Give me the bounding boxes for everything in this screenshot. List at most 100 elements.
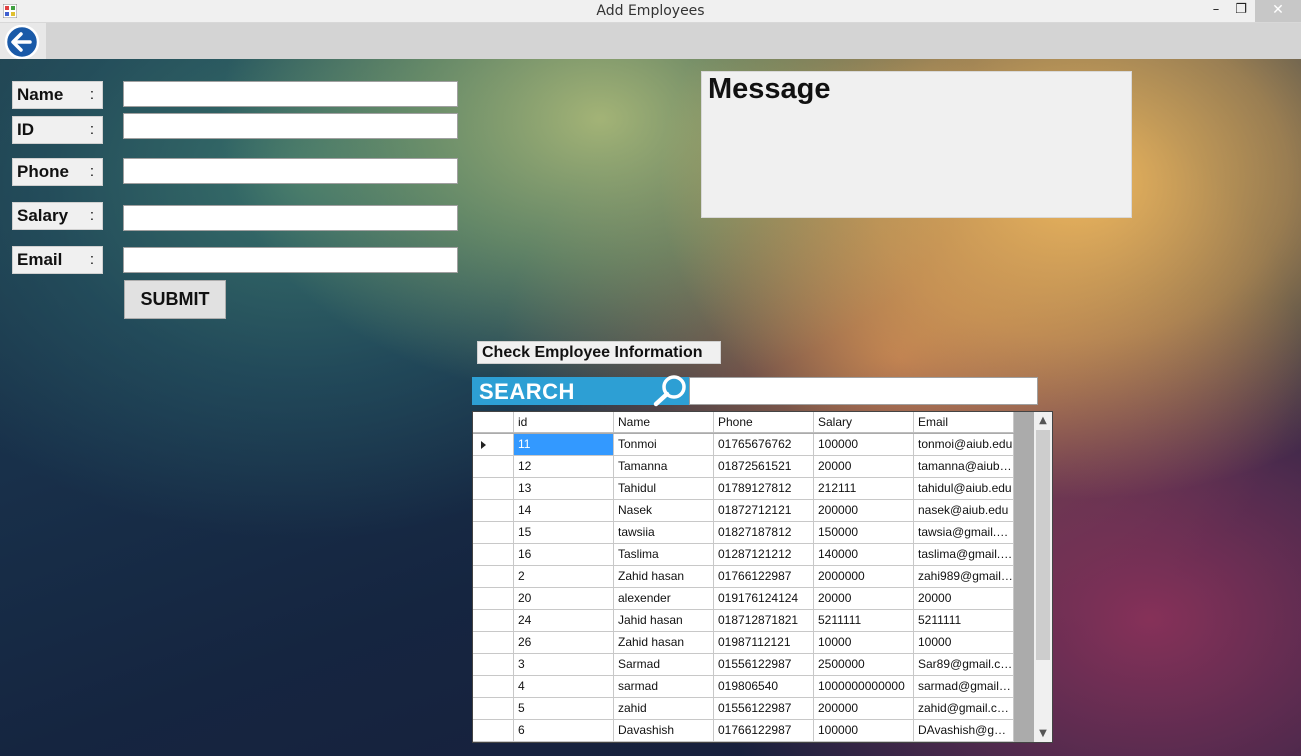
cell-name[interactable]: Tahidul	[614, 478, 714, 499]
cell-phone[interactable]: 01789127812	[714, 478, 814, 499]
row-header-cell[interactable]	[473, 478, 514, 499]
cell-name[interactable]: Sarmad	[614, 654, 714, 675]
cell-email[interactable]: sarmad@gmail.com	[914, 676, 1014, 697]
cell-email[interactable]: 20000	[914, 588, 1014, 609]
cell-id[interactable]: 16	[514, 544, 614, 565]
cell-name[interactable]: Tonmoi	[614, 434, 714, 455]
cell-email[interactable]: DAvashish@gma...	[914, 720, 1014, 741]
table-row[interactable]: 15 tawsiia 01827187812 150000 tawsia@gmail.c…	[473, 522, 1014, 544]
table-row[interactable]: 5 zahid 01556122987 200000 zahid@gmail.com	[473, 698, 1014, 720]
cell-phone[interactable]: 01872561521	[714, 456, 814, 477]
cell-id[interactable]: 2	[514, 566, 614, 587]
cell-id[interactable]: 20	[514, 588, 614, 609]
row-header-cell[interactable]	[473, 566, 514, 587]
cell-email[interactable]: tahidul@aiub.edu	[914, 478, 1014, 499]
scroll-down-arrow-icon[interactable]: ▼	[1034, 725, 1052, 742]
submit-button[interactable]: SUBMIT	[124, 280, 226, 319]
row-header-cell[interactable]	[473, 698, 514, 719]
table-row[interactable]: 26 Zahid hasan 01987112121 10000 10000	[473, 632, 1014, 654]
row-header-cell[interactable]	[473, 500, 514, 521]
cell-id[interactable]: 3	[514, 654, 614, 675]
maximize-button[interactable]: ❐	[1228, 0, 1254, 22]
cell-id[interactable]: 13	[514, 478, 614, 499]
cell-salary[interactable]: 2000000	[814, 566, 914, 587]
cell-salary[interactable]: 20000	[814, 588, 914, 609]
cell-email[interactable]: tawsia@gmail.com	[914, 522, 1014, 543]
cell-salary[interactable]: 100000	[814, 720, 914, 741]
table-row[interactable]: 13 Tahidul 01789127812 212111 tahidul@aiub.e…	[473, 478, 1014, 500]
column-header-phone[interactable]: Phone	[714, 412, 814, 432]
cell-id[interactable]: 5	[514, 698, 614, 719]
minimize-button[interactable]: –	[1203, 0, 1229, 22]
cell-phone[interactable]: 018712871821	[714, 610, 814, 631]
row-header-cell[interactable]	[473, 434, 514, 455]
back-arrow-icon[interactable]	[2, 25, 42, 59]
cell-name[interactable]: Jahid hasan	[614, 610, 714, 631]
cell-email[interactable]: tamanna@aiub.e...	[914, 456, 1014, 477]
cell-name[interactable]: tawsiia	[614, 522, 714, 543]
cell-name[interactable]: zahid	[614, 698, 714, 719]
column-header-id[interactable]: id	[514, 412, 614, 432]
cell-id[interactable]: 6	[514, 720, 614, 741]
search-icon[interactable]	[650, 373, 690, 407]
scroll-up-arrow-icon[interactable]: ▲	[1034, 412, 1052, 429]
table-row[interactable]: 20 alexender 019176124124 20000 20000	[473, 588, 1014, 610]
row-header-cell[interactable]	[473, 720, 514, 741]
cell-id[interactable]: 26	[514, 632, 614, 653]
cell-salary[interactable]: 2500000	[814, 654, 914, 675]
cell-email[interactable]: zahi989@gmail.c...	[914, 566, 1014, 587]
cell-phone[interactable]: 019176124124	[714, 588, 814, 609]
cell-phone[interactable]: 01766122987	[714, 566, 814, 587]
table-row[interactable]: 12 Tamanna 01872561521 20000 tamanna@aiub.e.…	[473, 456, 1014, 478]
cell-phone[interactable]: 01765676762	[714, 434, 814, 455]
table-row[interactable]: 24 Jahid hasan 018712871821 5211111 5211111	[473, 610, 1014, 632]
table-row[interactable]: 16 Taslima 01287121212 140000 taslima@gmail.…	[473, 544, 1014, 566]
cell-email[interactable]: Sar89@gmail.com	[914, 654, 1014, 675]
column-header-name[interactable]: Name	[614, 412, 714, 432]
table-row[interactable]: 6 Davashish 01766122987 100000 DAvashish@gma…	[473, 720, 1014, 742]
row-header-cell[interactable]	[473, 632, 514, 653]
cell-name[interactable]: Davashish	[614, 720, 714, 741]
cell-name[interactable]: Nasek	[614, 500, 714, 521]
email-input[interactable]	[123, 247, 458, 273]
table-row[interactable]: 4 sarmad 019806540 1000000000000 sarmad@gmai…	[473, 676, 1014, 698]
cell-name[interactable]: Zahid hasan	[614, 566, 714, 587]
cell-salary[interactable]: 10000	[814, 632, 914, 653]
table-row[interactable]: 11 Tonmoi 01765676762 100000 tonmoi@aiub.edu	[473, 434, 1014, 456]
row-header-cell[interactable]	[473, 610, 514, 631]
cell-name[interactable]: alexender	[614, 588, 714, 609]
row-header-cell[interactable]	[473, 544, 514, 565]
cell-salary[interactable]: 140000	[814, 544, 914, 565]
cell-salary[interactable]: 212111	[814, 478, 914, 499]
cell-id[interactable]: 4	[514, 676, 614, 697]
row-header-cell[interactable]	[473, 522, 514, 543]
row-header-cell[interactable]	[473, 676, 514, 697]
cell-phone[interactable]: 01987112121	[714, 632, 814, 653]
cell-phone[interactable]: 01766122987	[714, 720, 814, 741]
cell-email[interactable]: tonmoi@aiub.edu	[914, 434, 1014, 455]
name-input[interactable]	[123, 81, 458, 107]
salary-input[interactable]	[123, 205, 458, 231]
cell-salary[interactable]: 150000	[814, 522, 914, 543]
table-row[interactable]: 14 Nasek 01872712121 200000 nasek@aiub.edu	[473, 500, 1014, 522]
cell-phone[interactable]: 01287121212	[714, 544, 814, 565]
id-input[interactable]	[123, 113, 458, 139]
row-header-cell[interactable]	[473, 654, 514, 675]
cell-email[interactable]: 5211111	[914, 610, 1014, 631]
cell-name[interactable]: Zahid hasan	[614, 632, 714, 653]
column-header-salary[interactable]: Salary	[814, 412, 914, 432]
cell-phone[interactable]: 01827187812	[714, 522, 814, 543]
search-input[interactable]	[689, 377, 1038, 405]
table-row[interactable]: 2 Zahid hasan 01766122987 2000000 zahi989@gm…	[473, 566, 1014, 588]
cell-salary[interactable]: 100000	[814, 434, 914, 455]
cell-phone[interactable]: 01556122987	[714, 698, 814, 719]
cell-id[interactable]: 12	[514, 456, 614, 477]
cell-email[interactable]: taslima@gmail.com	[914, 544, 1014, 565]
cell-name[interactable]: Tamanna	[614, 456, 714, 477]
cell-name[interactable]: Taslima	[614, 544, 714, 565]
phone-input[interactable]	[123, 158, 458, 184]
cell-phone[interactable]: 019806540	[714, 676, 814, 697]
cell-salary[interactable]: 1000000000000	[814, 676, 914, 697]
column-header-email[interactable]: Email	[914, 412, 1014, 432]
cell-phone[interactable]: 01556122987	[714, 654, 814, 675]
